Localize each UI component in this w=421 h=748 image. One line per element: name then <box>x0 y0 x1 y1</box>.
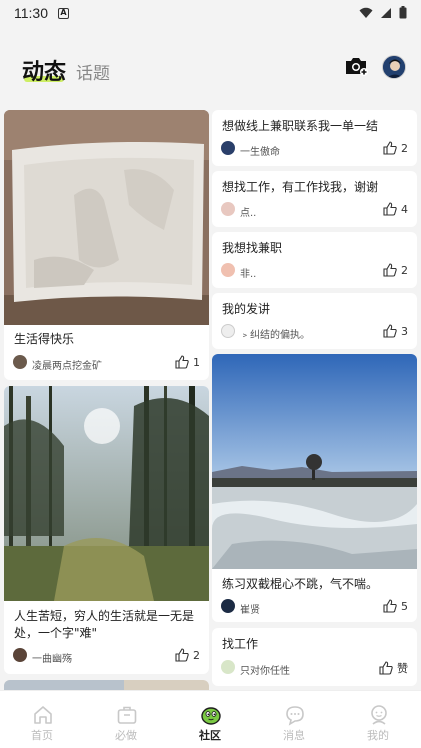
status-bar: 11:30 A <box>0 0 421 26</box>
user-avatar <box>221 324 235 338</box>
post-title: 人生苦短，穷人的生活就是一无是处，一个字"难" <box>14 609 195 640</box>
nav-label: 首页 <box>31 729 53 742</box>
post-image <box>4 386 209 601</box>
header: 动态 话题 <box>0 26 421 110</box>
like-button[interactable]: 5 <box>383 599 408 613</box>
status-icons <box>359 6 407 19</box>
post-title: 想做线上兼职联系我一单一结 <box>222 119 379 133</box>
thumbs-up-icon <box>383 202 397 216</box>
post-card[interactable]: 我的发讲 ﹥纠结的偏执。 3 <box>212 293 417 349</box>
status-time: 11:30 <box>14 5 48 21</box>
user-name: 一生傲命 <box>240 147 280 158</box>
signal-icon <box>381 7 391 18</box>
post-title: 练习双截棍心不跳，气不喘。 <box>222 577 379 591</box>
home-icon <box>34 706 52 724</box>
user-avatar <box>221 599 235 613</box>
post-title: 想找工作，有工作找我，谢谢 <box>222 180 379 194</box>
thumbs-up-icon <box>383 263 397 277</box>
bottom-nav: 首页 必做 社区 消息 我的 <box>0 690 421 748</box>
tab-dynamics[interactable]: 动态 <box>22 54 66 86</box>
post-image <box>212 354 417 569</box>
camera-icon[interactable] <box>344 56 368 76</box>
like-button[interactable]: 1 <box>175 355 200 369</box>
like-count: 1 <box>193 355 200 369</box>
profile-icon <box>371 705 387 725</box>
like-count: 2 <box>193 648 200 662</box>
user-avatar <box>221 141 235 155</box>
post-card[interactable]: 找工作 只对你任性 赞 <box>212 628 417 686</box>
thumbs-up-icon <box>175 648 189 662</box>
like-button[interactable]: 2 <box>383 263 408 277</box>
post-card[interactable]: 想做线上兼职联系我一单一结 一生傲命 2 <box>212 110 417 166</box>
user-name: 非.. <box>240 269 257 280</box>
thumbs-up-icon <box>383 324 397 338</box>
community-icon <box>201 707 221 725</box>
battery-icon <box>399 6 407 19</box>
like-count: 3 <box>401 324 408 338</box>
message-icon <box>286 706 304 726</box>
notification-icon: A <box>58 7 69 19</box>
like-count: 5 <box>401 599 408 613</box>
user-name: 一曲幽殇 <box>32 654 72 665</box>
like-count: 2 <box>401 141 408 155</box>
user-name: 崔贤 <box>240 605 260 616</box>
thumbs-up-icon <box>379 661 393 675</box>
nav-todo[interactable]: 必做 <box>84 691 168 748</box>
user-name: 只对你任性 <box>240 666 290 677</box>
nav-label: 社区 <box>199 729 221 742</box>
like-count: 赞 <box>397 662 408 675</box>
post-card[interactable]: 练习双截棍心不跳，气不喘。 崔贤 5 <box>212 354 417 622</box>
user-name: 凌晨两点挖金矿 <box>32 361 102 372</box>
post-card[interactable]: 我想找兼职 非.. 2 <box>212 232 417 288</box>
post-title: 找工作 <box>222 637 259 651</box>
nav-home[interactable]: 首页 <box>0 691 84 748</box>
post-title: 生活得快乐 <box>14 332 75 346</box>
nav-messages[interactable]: 消息 <box>252 691 336 748</box>
user-name: ﹥纠结的偏执。 <box>240 330 310 341</box>
like-count: 4 <box>401 202 408 216</box>
post-card[interactable]: 生活得快乐 凌晨两点挖金矿 1 <box>4 110 209 380</box>
post-title: 我的发讲 <box>222 302 271 316</box>
post-image <box>4 110 209 325</box>
user-avatar <box>221 263 235 277</box>
like-button[interactable]: 2 <box>383 141 408 155</box>
nav-profile[interactable]: 我的 <box>336 691 420 748</box>
nav-label: 必做 <box>115 729 137 742</box>
user-avatar <box>221 660 235 674</box>
post-card[interactable]: 想找工作，有工作找我，谢谢 点.. 4 <box>212 171 417 227</box>
user-avatar[interactable] <box>382 55 406 79</box>
user-avatar <box>13 355 27 369</box>
nav-community[interactable]: 社区 <box>168 691 252 748</box>
nav-label: 我的 <box>367 729 389 742</box>
wifi-icon <box>359 7 373 18</box>
thumbs-up-icon <box>175 355 189 369</box>
nav-label: 消息 <box>283 729 305 742</box>
like-button[interactable]: 2 <box>175 648 200 662</box>
tab-topics[interactable]: 话题 <box>76 59 110 84</box>
user-name: 点.. <box>240 208 257 219</box>
thumbs-up-icon <box>383 599 397 613</box>
thumbs-up-icon <box>383 141 397 155</box>
user-avatar <box>221 202 235 216</box>
like-count: 2 <box>401 263 408 277</box>
post-title: 我想找兼职 <box>222 241 283 255</box>
like-button[interactable]: 赞 <box>379 660 408 676</box>
post-card[interactable]: 人生苦短，穷人的生活就是一无是处，一个字"难" 一曲幽殇 2 <box>4 386 209 674</box>
user-avatar <box>13 648 27 662</box>
briefcase-icon <box>117 706 137 724</box>
like-button[interactable]: 4 <box>383 202 408 216</box>
like-button[interactable]: 3 <box>383 324 408 338</box>
